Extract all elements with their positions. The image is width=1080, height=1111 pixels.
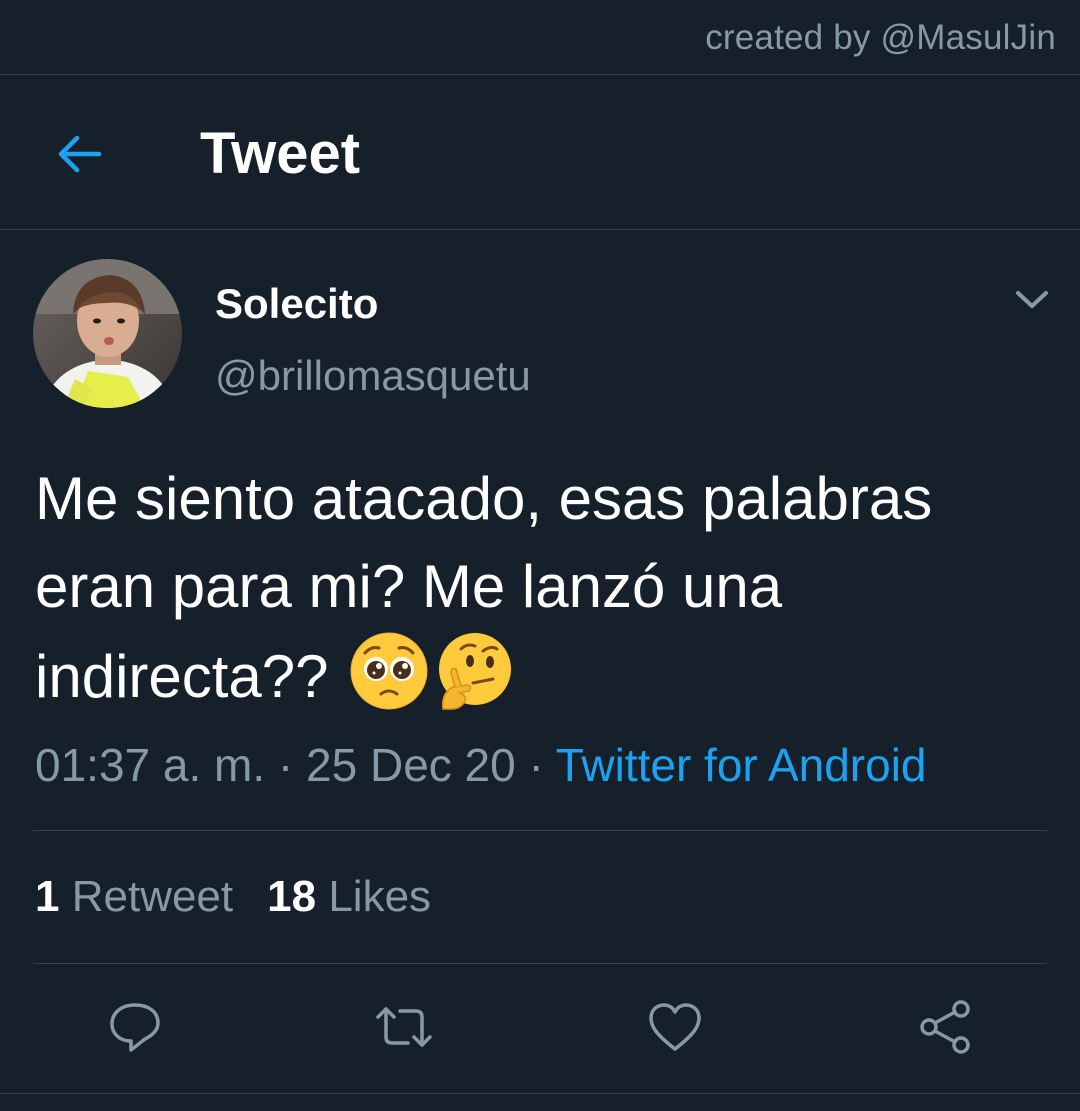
page-title: Tweet — [200, 121, 361, 186]
tweet-options-button[interactable] — [1010, 282, 1054, 318]
avatar[interactable] — [33, 259, 182, 408]
tweet-detail-screen: created by @MasulJin Tweet Solecito @bri… — [0, 0, 1080, 1111]
tweet-actions-bar — [0, 995, 1080, 1059]
tweet-meta: 01:37 a. m. · 25 Dec 20 · Twitter for An… — [35, 738, 927, 792]
thinking-face-emoji — [433, 631, 513, 711]
stats-divider — [33, 963, 1047, 964]
retweets-count: 1 — [35, 872, 60, 921]
like-icon — [649, 1003, 701, 1051]
reply-icon — [110, 1003, 160, 1052]
tweet-date: 25 Dec 20 — [306, 739, 516, 791]
author-handle[interactable]: @brillomasquetu — [215, 352, 531, 400]
tweet-stats: 1 Retweet 18 Likes — [35, 872, 431, 922]
back-button[interactable] — [48, 124, 108, 184]
app-header: Tweet — [0, 76, 1080, 228]
share-button[interactable] — [913, 995, 977, 1059]
meta-separator: · — [515, 739, 556, 791]
tweet-body: Me siento atacado, esas palabras eran pa… — [35, 455, 1055, 721]
top-divider — [0, 74, 1080, 75]
reply-button[interactable] — [103, 995, 167, 1059]
retweets-stat[interactable]: 1 Retweet — [35, 872, 233, 921]
tweet-time: 01:37 a. m. — [35, 739, 266, 791]
pleading-face-emoji — [349, 631, 429, 711]
avatar-image — [33, 259, 182, 408]
meta-divider — [33, 830, 1047, 831]
author-display-name[interactable]: Solecito — [215, 280, 378, 328]
likes-count: 18 — [267, 872, 317, 921]
header-divider — [0, 229, 1080, 230]
likes-stat[interactable]: 18 Likes — [267, 872, 431, 921]
share-icon — [920, 1000, 970, 1054]
arrow-left-icon — [58, 135, 102, 173]
tweet-source-link[interactable]: Twitter for Android — [556, 739, 927, 791]
like-button[interactable] — [643, 995, 707, 1059]
retweet-button[interactable] — [372, 995, 436, 1059]
watermark-text: created by @MasulJin — [705, 18, 1056, 57]
chevron-down-icon — [1016, 291, 1048, 308]
meta-separator: · — [265, 739, 307, 791]
retweet-icon — [376, 1007, 432, 1047]
likes-label: Likes — [328, 872, 432, 921]
retweets-label: Retweet — [71, 872, 234, 921]
bottom-divider — [0, 1093, 1080, 1094]
